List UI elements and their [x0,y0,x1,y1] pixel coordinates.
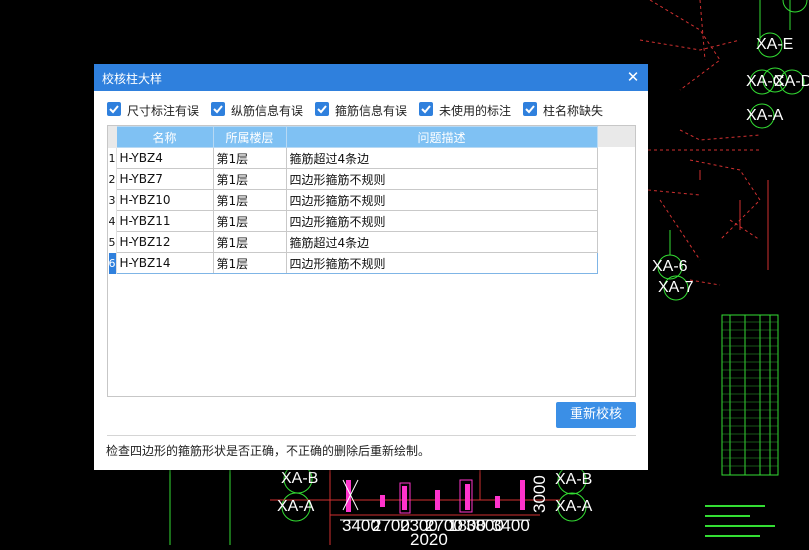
cad-axis-label: XA-A [555,498,593,515]
checkbox-checked-icon[interactable] [419,102,433,116]
column-header-floor[interactable]: 所属楼层 [212,126,287,148]
close-icon[interactable]: ✕ [624,67,642,87]
cell-name[interactable]: H-YBZ4 [115,147,214,169]
table-row[interactable]: 2 H-YBZ7 第1层 四边形箍筋不规则 [108,168,598,190]
row-number: 4 [108,210,117,232]
cad-axis-label: XA-A [746,107,784,124]
filter-label: 纵筋信息有误 [231,104,304,118]
cad-axis-label: XA-A [277,498,315,515]
column-header-issue[interactable]: 问题描述 [285,126,598,148]
table-row[interactable]: 5 H-YBZ12 第1层 箍筋超过4条边 [108,231,598,253]
table-row-selected[interactable]: 6 H-YBZ14 第1层 四边形箍筋不规则 [108,252,598,274]
cell-name[interactable]: H-YBZ14 [115,252,214,274]
dialog-titlebar[interactable]: 校核柱大样 ✕ [94,64,648,91]
cad-axis-label: XA-E [756,36,794,53]
cad-axis-label: XA-C [746,73,785,90]
column-header-name[interactable]: 名称 [115,126,214,148]
row-number: 5 [108,231,117,253]
row-number: 6 [108,252,117,274]
dialog-title: 校核柱大样 [102,72,163,86]
cell-name[interactable]: H-YBZ7 [115,168,214,190]
cad-axis-label: XA-B [555,471,593,488]
checkbox-checked-icon[interactable] [315,102,329,116]
checkbox-checked-icon[interactable] [523,102,537,116]
table-row[interactable]: 4 H-YBZ11 第1层 四边形箍筋不规则 [108,210,598,232]
cell-floor[interactable]: 第1层 [212,189,287,211]
filter-label: 未使用的标注 [439,104,512,118]
check-column-detail-dialog: 校核柱大样 ✕ 尺寸标注有误 纵筋信息有误 箍筋信息有误 未使用的标注 柱名称缺… [94,64,648,470]
cad-axis-label: XA-B [281,470,319,487]
cad-axis-label: XA-7 [658,279,694,296]
cell-name[interactable]: H-YBZ10 [115,189,214,211]
cell-issue[interactable]: 箍筋超过4条边 [285,231,598,253]
cad-dimension-text: 2020 [410,530,448,549]
row-number-header [108,126,117,148]
cad-axis-label: XA-6 [652,258,688,275]
filter-label: 尺寸标注有误 [127,104,200,118]
table-row[interactable]: 3 H-YBZ10 第1层 四边形箍筋不规则 [108,189,598,211]
cell-floor[interactable]: 第1层 [212,168,287,190]
issue-table-grid: 名称 所属楼层 问题描述 1 H-YBZ4 第1层 箍筋超过4条边 2 H-YB… [108,126,598,274]
cell-issue[interactable]: 四边形箍筋不规则 [285,168,598,190]
filter-label: 柱名称缺失 [543,104,604,118]
table-row[interactable]: 1 H-YBZ4 第1层 箍筋超过4条边 [108,147,598,169]
recheck-button[interactable]: 重新校核 [556,402,636,428]
cad-dimension-text: 3400 [492,516,530,535]
cell-floor[interactable]: 第1层 [212,231,287,253]
filter-label: 箍筋信息有误 [335,104,408,118]
row-number: 3 [108,189,117,211]
checkbox-checked-icon[interactable] [107,102,121,116]
hint-text: 检查四边形的箍筋形状是否正确，不正确的删除后重新绘制。 [106,444,431,458]
checkbox-checked-icon[interactable] [211,102,225,116]
row-number: 1 [108,147,117,169]
cell-name[interactable]: H-YBZ11 [115,210,214,232]
cad-dimension-text: 3000 [530,475,549,513]
divider [107,435,636,436]
cell-floor[interactable]: 第1层 [212,252,287,274]
cell-name[interactable]: H-YBZ12 [115,231,214,253]
cell-floor[interactable]: 第1层 [212,147,287,169]
cell-issue[interactable]: 四边形箍筋不规则 [285,210,598,232]
row-number: 2 [108,168,117,190]
cell-issue[interactable]: 箍筋超过4条边 [285,147,598,169]
issue-table[interactable]: 名称 所属楼层 问题描述 1 H-YBZ4 第1层 箍筋超过4条边 2 H-YB… [107,125,636,397]
cell-issue[interactable]: 四边形箍筋不规则 [285,189,598,211]
cell-issue[interactable]: 四边形箍筋不规则 [285,252,598,274]
cell-floor[interactable]: 第1层 [212,210,287,232]
